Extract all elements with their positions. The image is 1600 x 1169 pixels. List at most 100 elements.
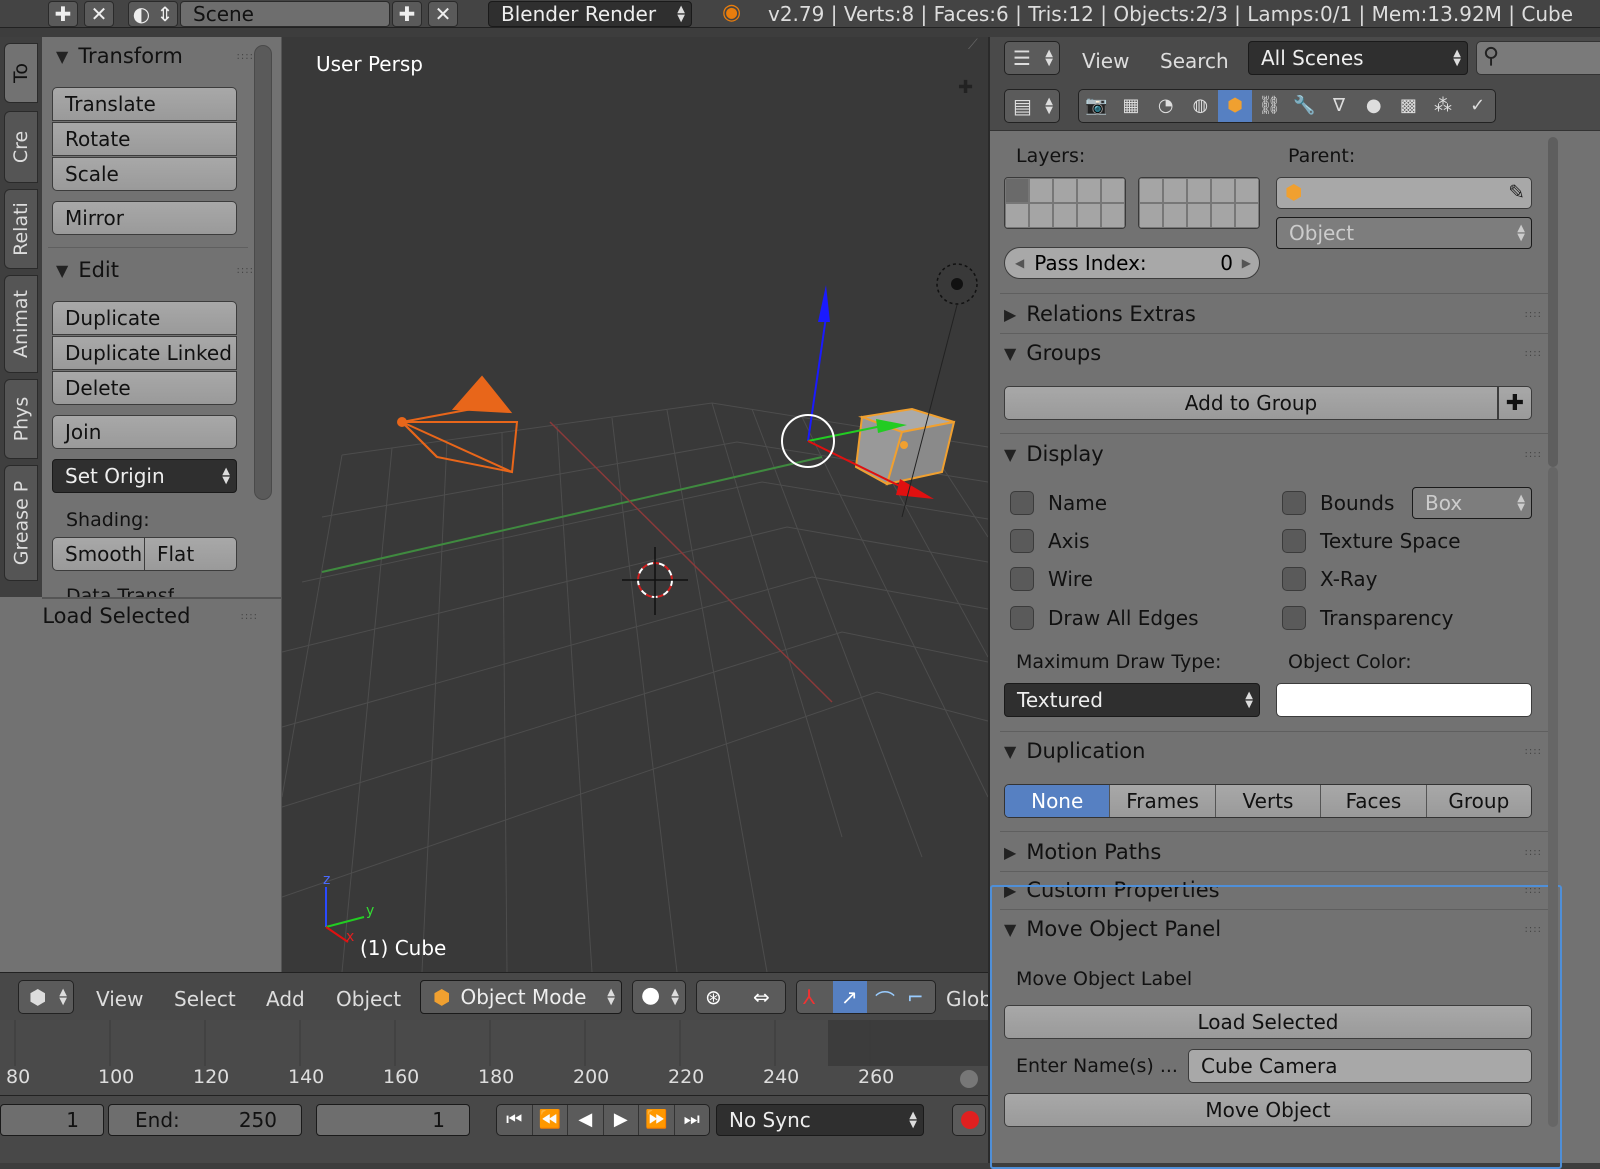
transform-panel-header[interactable]: ▼ Transform :::: xyxy=(56,41,266,71)
area-split-corner-icon[interactable]: ⟋ xyxy=(968,37,978,53)
texture-space-checkbox[interactable]: Texture Space xyxy=(1282,529,1461,553)
3d-viewport[interactable]: User Persp z y x (1) Cube ✚ ⟋ xyxy=(282,37,988,972)
max-draw-type-dropdown[interactable]: Textured ▲ ▼ xyxy=(1004,683,1260,717)
tab-tools[interactable]: To xyxy=(4,43,38,103)
camera-object[interactable] xyxy=(397,375,519,474)
move-object-button[interactable]: Move Object xyxy=(1004,1093,1532,1127)
parent-field[interactable]: ⬢ ✎ xyxy=(1276,177,1532,209)
flat-button[interactable]: Flat xyxy=(144,537,237,571)
region-toggle-plus-icon[interactable]: ✚ xyxy=(958,77,973,98)
delete-scene-icon[interactable]: ✕ xyxy=(428,1,458,27)
end-frame-field[interactable]: End: 250 xyxy=(108,1104,302,1136)
bounds-checkbox[interactable]: Bounds xyxy=(1282,491,1394,515)
motion-paths-panel-header[interactable]: ▶ Motion Paths :::: xyxy=(1004,835,1554,869)
select-menu[interactable]: Select xyxy=(174,987,236,1011)
translate-button[interactable]: Translate xyxy=(52,87,237,121)
name-checkbox[interactable]: Name xyxy=(1010,491,1107,515)
add-to-group-button[interactable]: Add to Group xyxy=(1004,386,1498,420)
duplicate-button[interactable]: Duplicate xyxy=(52,301,237,335)
duplication-none-option[interactable]: None xyxy=(1005,785,1111,817)
move-object-panel-header[interactable]: ▼ Move Object Panel :::: xyxy=(1004,912,1554,946)
mode-dropdown[interactable]: ⬢ Object Mode ▲ ▼ xyxy=(420,980,622,1014)
scene-name-field[interactable]: Scene xyxy=(180,1,390,27)
rotate-button[interactable]: Rotate xyxy=(52,122,237,156)
checkbox-box[interactable] xyxy=(1010,491,1034,515)
physics-tab-icon[interactable]: ✓ xyxy=(1460,90,1495,122)
checkbox-box[interactable] xyxy=(1010,606,1034,630)
checkbox-box[interactable] xyxy=(1010,529,1034,553)
tab-relations[interactable]: Relati xyxy=(4,189,38,269)
outliner-editor-icon[interactable]: ☰ ▲ ▼ xyxy=(1004,41,1060,75)
world-tab-icon[interactable]: ◍ xyxy=(1183,90,1218,122)
view-menu[interactable]: View xyxy=(96,987,143,1011)
texture-tab-icon[interactable]: ▩ xyxy=(1391,90,1426,122)
wire-checkbox[interactable]: Wire xyxy=(1010,567,1093,591)
tab-grease-pencil[interactable]: Grease P xyxy=(4,465,38,581)
editor-type-icon[interactable]: ⬢ ▲ ▼ xyxy=(18,980,74,1014)
material-tab-icon[interactable]: ● xyxy=(1356,90,1391,122)
parent-type-dropdown[interactable]: Object ▲ ▼ xyxy=(1276,217,1532,249)
prev-keyframe-icon[interactable]: ⏪ xyxy=(533,1105,568,1135)
drag-grip-icon[interactable]: :::: xyxy=(241,611,258,622)
tab-animation[interactable]: Animat xyxy=(4,275,38,373)
jump-start-icon[interactable]: ⏮ xyxy=(497,1105,533,1135)
play-icon[interactable]: ▶ xyxy=(604,1105,639,1135)
scene-tab-icon[interactable]: ◔ xyxy=(1148,90,1183,122)
timeline-scroll-handle[interactable] xyxy=(960,1070,978,1088)
smooth-button[interactable]: Smooth xyxy=(52,537,145,571)
constraints-tab-icon[interactable]: ⛓ xyxy=(1252,90,1287,122)
jump-end-icon[interactable]: ⏭ xyxy=(675,1105,710,1135)
record-keyframes-icon[interactable] xyxy=(952,1104,986,1136)
mirror-button[interactable]: Mirror xyxy=(52,201,237,235)
properties-scrollbar-track[interactable] xyxy=(1548,137,1558,467)
shelf-scrollbar[interactable] xyxy=(254,45,272,500)
increment-arrow-icon[interactable]: ▶ xyxy=(1242,256,1251,270)
edit-panel-header[interactable]: ▼ Edit :::: xyxy=(56,255,266,285)
delete-screen-icon[interactable]: ✕ xyxy=(84,1,114,27)
display-scenes-dropdown[interactable]: All Scenes ▲ ▼ xyxy=(1248,41,1468,75)
pivot-and-snap-icons[interactable]: ⊛ ⇔ xyxy=(696,980,786,1014)
groups-panel-header[interactable]: ▼ Groups :::: xyxy=(1004,336,1554,370)
3d-cursor[interactable] xyxy=(622,547,688,615)
display-panel-header[interactable]: ▼ Display :::: xyxy=(1004,437,1554,471)
duplication-faces-option[interactable]: Faces xyxy=(1321,785,1427,817)
tab-physics[interactable]: Phys xyxy=(4,379,38,459)
data-tab-icon[interactable]: ∇ xyxy=(1322,90,1357,122)
eyedropper-icon[interactable]: ✎ xyxy=(1508,180,1525,204)
x-ray-checkbox[interactable]: X-Ray xyxy=(1282,567,1377,591)
drag-grip-icon[interactable]: :::: xyxy=(1525,449,1542,460)
checkbox-box[interactable] xyxy=(1282,529,1306,553)
particles-tab-icon[interactable]: ⁂ xyxy=(1426,90,1461,122)
object-tab-icon[interactable]: ⬢ xyxy=(1217,90,1253,122)
outliner-search-menu[interactable]: Search xyxy=(1160,49,1229,73)
custom-properties-panel-header[interactable]: ▶ Custom Properties :::: xyxy=(1004,873,1554,907)
start-frame-field[interactable]: 1 xyxy=(0,1104,104,1136)
duplication-panel-header[interactable]: ▼ Duplication :::: xyxy=(1004,734,1554,768)
checkbox-box[interactable] xyxy=(1282,606,1306,630)
add-menu[interactable]: Add xyxy=(266,987,305,1011)
load-selected-button[interactable]: Load Selected xyxy=(1004,1005,1532,1039)
layers-grid-b[interactable] xyxy=(1138,177,1260,229)
layers-grid-a[interactable] xyxy=(1004,177,1126,229)
current-frame-field[interactable]: 1 xyxy=(316,1104,470,1136)
join-button[interactable]: Join xyxy=(52,415,237,449)
checkbox-box[interactable] xyxy=(1282,567,1306,591)
duplicate-linked-button[interactable]: Duplicate Linked xyxy=(52,336,237,370)
drag-grip-icon[interactable]: :::: xyxy=(237,265,254,276)
set-origin-dropdown[interactable]: Set Origin ▲ ▼ xyxy=(52,459,237,493)
render-tab-icon[interactable]: 📷 xyxy=(1079,90,1114,122)
viewport-shading-icon[interactable]: ● ▲ ▼ xyxy=(632,980,686,1014)
outliner-view-menu[interactable]: View xyxy=(1082,49,1129,73)
properties-editor-icon[interactable]: ▤ ▲ ▼ xyxy=(1004,89,1060,123)
duplication-group-option[interactable]: Group xyxy=(1426,785,1531,817)
next-keyframe-icon[interactable]: ⏩ xyxy=(639,1105,675,1135)
render-engine-dropdown[interactable]: Blender Render ▲ ▼ xyxy=(488,1,692,27)
transparency-checkbox[interactable]: Transparency xyxy=(1282,606,1453,630)
properties-scrollbar-thumb[interactable] xyxy=(1548,467,1558,1127)
new-group-plus-icon[interactable]: ✚ xyxy=(1498,386,1532,420)
drag-grip-icon[interactable]: :::: xyxy=(237,51,254,62)
checkbox-box[interactable] xyxy=(1282,491,1306,515)
drag-grip-icon[interactable]: :::: xyxy=(1525,924,1542,935)
drag-grip-icon[interactable]: :::: xyxy=(1525,885,1542,896)
duplication-verts-option[interactable]: Verts xyxy=(1215,785,1322,817)
